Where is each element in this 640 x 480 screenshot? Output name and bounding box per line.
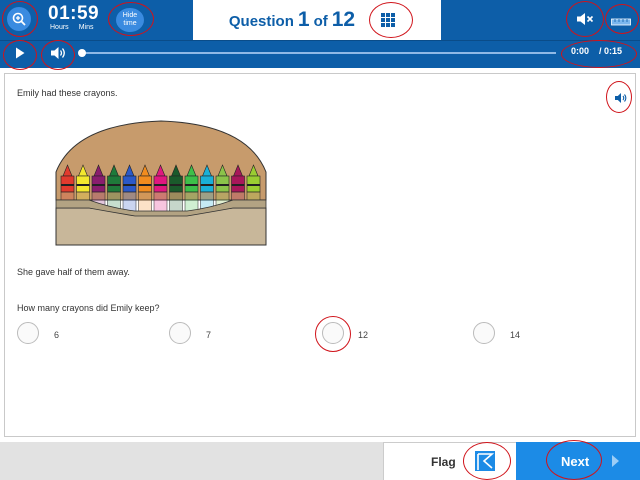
audio-player-bar [0,40,640,68]
question-total: 12 [331,8,356,31]
audio-progress-thumb[interactable] [78,49,86,57]
answer-radio[interactable] [473,322,495,344]
question-followup: She gave half of them away. [17,267,130,277]
answer-radio[interactable] [17,322,39,344]
annotation-ring [108,2,154,36]
annotation-ring [41,40,75,70]
crayon-band [76,184,90,186]
question-word: Question [228,13,294,30]
answer-option-label: 14 [510,330,521,340]
timer-mins-label: Mins [78,24,94,31]
crayon-box-illustration [55,120,267,246]
crayon-band [123,184,136,186]
question-intro: Emily had these crayons. [17,88,118,98]
of-word: of [313,13,328,30]
audio-progress-track[interactable] [82,52,556,54]
flag-label: Flag [431,455,456,469]
chevron-right-icon [612,455,619,467]
annotation-ring [566,1,604,37]
answer-option-label: 12 [358,330,369,340]
annotation-ring [605,4,639,34]
answer-radio[interactable] [169,322,191,344]
crayon-band [61,184,74,186]
annotation-ring [2,1,38,37]
annotation-ring [606,81,632,113]
answer-option-2[interactable] [169,322,191,344]
crayon-band [200,184,214,186]
crayon-band [185,184,198,186]
answer-option-1[interactable] [17,322,39,344]
question-number: 1 [297,8,310,31]
timer-hours-label: Hours [50,24,69,31]
countdown-timer: 01:59 Hours Mins [48,4,99,32]
crayon-band [138,184,152,186]
crayon-band [247,184,260,186]
crayon-band [216,184,229,186]
crayon-band [92,184,105,186]
annotation-ring [315,316,351,352]
answer-option-label: 7 [206,330,212,340]
crayon-band [154,184,167,186]
answer-option-label: 6 [54,330,60,340]
timer-value: 01:59 [48,3,100,24]
annotation-ring [3,40,37,70]
crayon-band [231,184,245,186]
annotation-ring [546,440,602,480]
annotation-ring [369,2,413,38]
answer-option-4[interactable] [473,322,495,344]
question-prompt: How many crayons did Emily keep? [17,303,160,313]
annotation-ring [561,40,637,68]
crayon-band [169,184,183,186]
annotation-ring [463,442,511,480]
crayon-band [107,184,121,186]
